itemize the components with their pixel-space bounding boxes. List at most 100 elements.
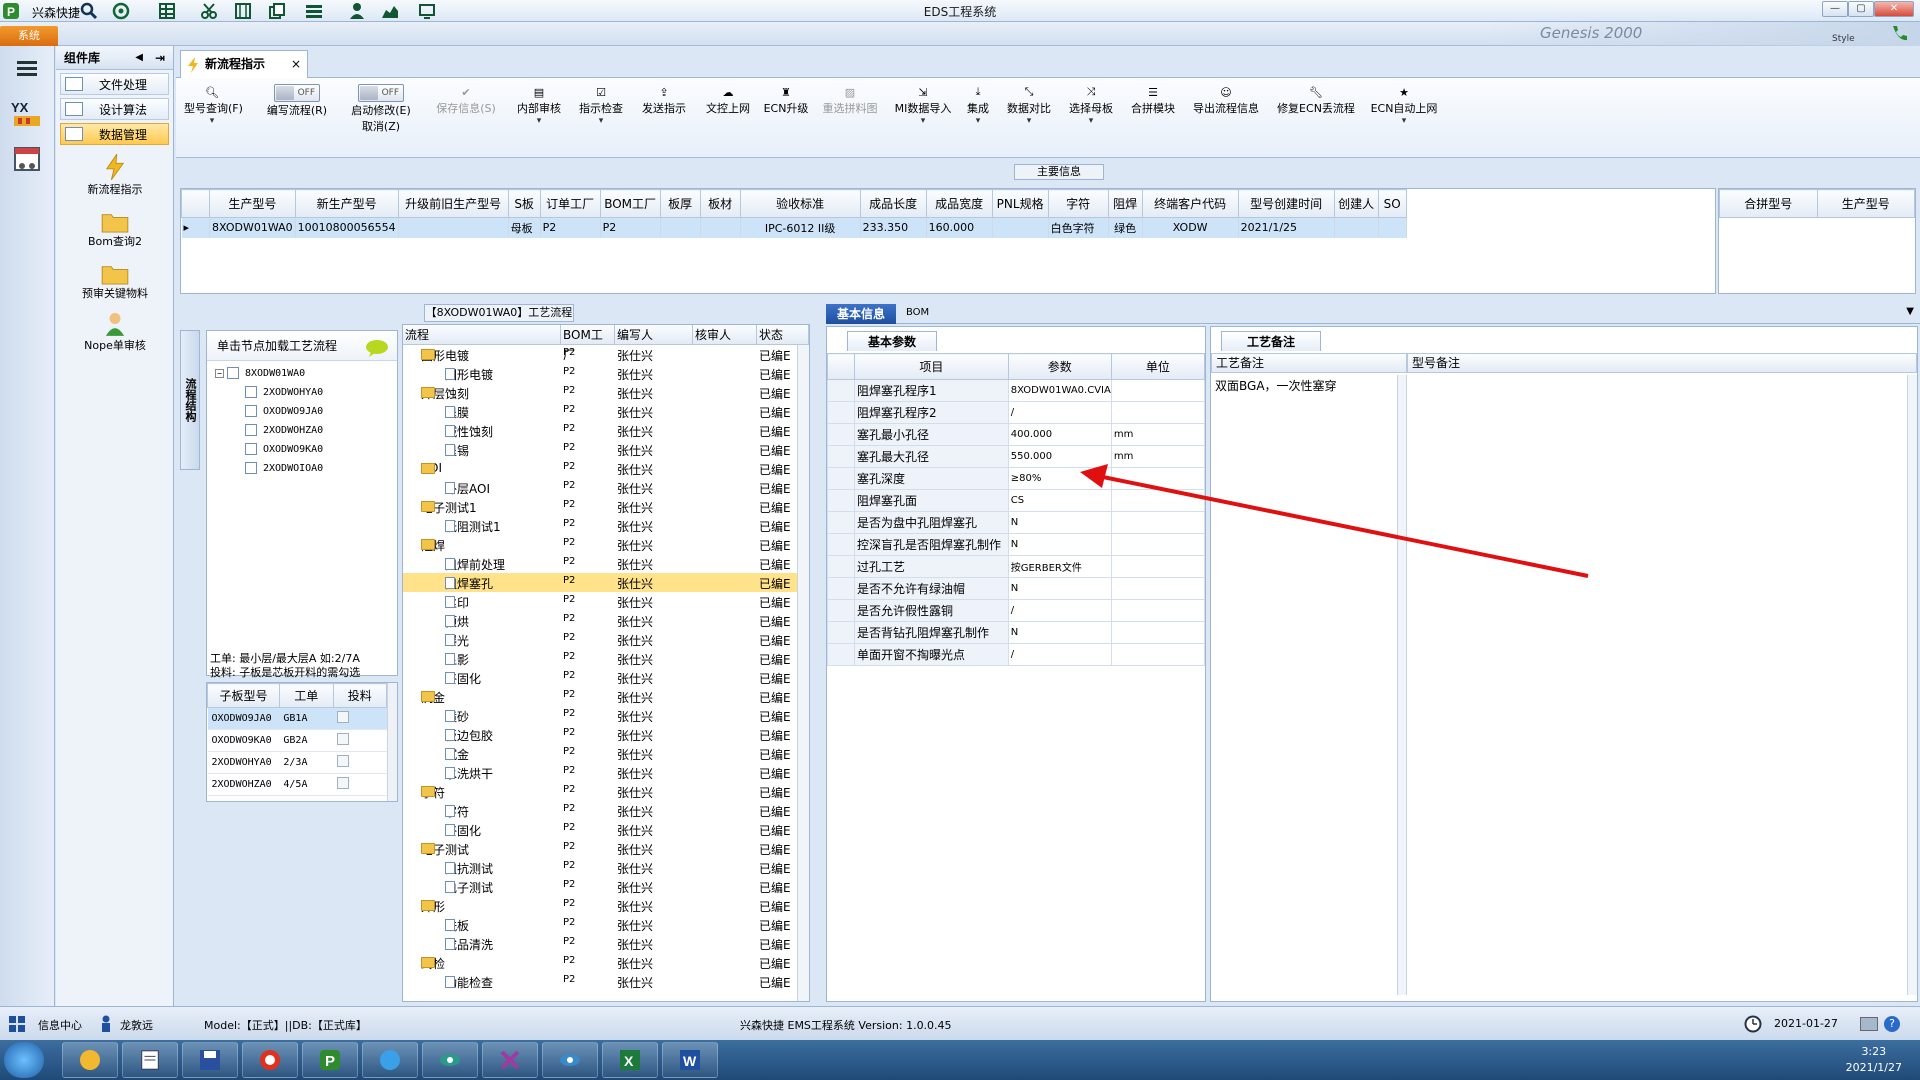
column-header[interactable]: 流程: [403, 325, 561, 345]
taskbar-app-viewer[interactable]: [542, 1042, 598, 1078]
column-header[interactable]: 板材: [699, 189, 741, 218]
tool-bom-query[interactable]: Bom查询2: [56, 203, 174, 249]
menu-icon[interactable]: [8, 52, 46, 86]
column-header[interactable]: S板: [507, 189, 541, 218]
column-header[interactable]: 单位: [1110, 353, 1206, 380]
flow-row[interactable]: 退锡 P2 张仕兴 已编E: [403, 440, 809, 459]
column-header[interactable]: BOM工厂: [599, 189, 661, 218]
flow-row[interactable]: −电子测试 P2 张仕兴 已编E: [403, 839, 809, 858]
monitor-icon[interactable]: [416, 1, 438, 21]
taskbar-app-word[interactable]: W: [662, 1042, 718, 1078]
column-header[interactable]: 新生产型号: [294, 189, 399, 218]
column-header[interactable]: 状态: [757, 325, 809, 345]
column-header[interactable]: 生产型号: [209, 189, 296, 218]
column-header[interactable]: 升级前旧生产型号: [397, 189, 509, 218]
collapse-left-icon[interactable]: ◀: [135, 46, 143, 70]
flow-row[interactable]: 电子测试 P2 张仕兴 已编E: [403, 877, 809, 896]
table-row[interactable]: 阻焊塞孔程序2/: [826, 401, 1206, 424]
nav-data-management[interactable]: 数据管理: [60, 123, 169, 145]
close-button[interactable]: ✕: [1874, 1, 1914, 17]
flow-row[interactable]: 功能检查 P2 张仕兴 已编E: [403, 972, 809, 991]
flow-row[interactable]: 喷砂 P2 张仕兴 已编E: [403, 706, 809, 725]
internal-review-button[interactable]: ▤ 内部审核 ▾: [512, 84, 566, 127]
reselect-panel-button[interactable]: ▨ 重选拼料图: [818, 84, 882, 116]
flow-row[interactable]: 水洗烘干 P2 张仕兴 已编E: [403, 763, 809, 782]
table-row[interactable]: 是否背钻孔阻焊塞孔制作 N: [826, 621, 1206, 644]
checkbox[interactable]: [227, 367, 239, 379]
column-header[interactable]: PNL规格: [991, 189, 1049, 218]
param-value[interactable]: 400.000: [1007, 423, 1112, 446]
style-menu[interactable]: Style: [1832, 34, 1855, 44]
copy-icon[interactable]: [266, 1, 288, 21]
column-header[interactable]: 创建人: [1333, 189, 1379, 218]
pin-icon[interactable]: ⇥: [155, 46, 165, 70]
taskbar-app-save[interactable]: [182, 1042, 238, 1078]
tool-new-flow[interactable]: 新流程指示: [56, 151, 174, 197]
column-header[interactable]: 项目: [854, 353, 1009, 380]
checkbox[interactable]: [337, 733, 350, 745]
info-center[interactable]: 信息中心: [38, 1017, 82, 1033]
column-header[interactable]: 验收标准: [739, 189, 861, 218]
tool-nope-review[interactable]: Nope单审核: [56, 307, 174, 353]
merge-module-button[interactable]: ☰ 合拼模块: [1126, 84, 1180, 116]
collapse-icon[interactable]: −: [215, 368, 224, 378]
flow-row[interactable]: 终固化 P2 张仕兴 已编E: [403, 668, 809, 687]
flow-row[interactable]: −电子测试1 P2 张仕兴 已编E: [403, 497, 809, 516]
tab-bom[interactable]: BOM: [906, 307, 929, 318]
keyboard-icon[interactable]: [1860, 1017, 1878, 1031]
checkbox[interactable]: [337, 711, 350, 723]
mi-import-button[interactable]: ⇲ MI数据导入 ▾: [892, 84, 954, 127]
flow-row[interactable]: 丝印 P2 张仕兴 已编E: [403, 592, 809, 611]
flow-row[interactable]: 终固化 P2 张仕兴 已编E: [403, 820, 809, 839]
system-clock[interactable]: 3:23 2021/1/27: [1846, 1044, 1902, 1076]
search-icon[interactable]: [78, 1, 100, 21]
param-value[interactable]: /: [1007, 401, 1112, 424]
tree-node[interactable]: OXODWO9JA0: [245, 405, 323, 417]
column-header[interactable]: 成品长度: [859, 189, 927, 218]
flow-row[interactable]: 低阻测试1 P2 张仕兴 已编E: [403, 516, 809, 535]
table-row[interactable]: OXODWO9JA0 GB1A: [207, 707, 387, 730]
cancel-label[interactable]: 取消(Z): [344, 118, 418, 134]
table-row[interactable]: 是否允许假性露铜 /: [826, 599, 1206, 622]
column-header[interactable]: SO: [1377, 189, 1407, 218]
column-header[interactable]: 参数: [1007, 353, 1112, 380]
table-row[interactable]: 塞孔最小孔径 400.000 mm: [826, 423, 1206, 446]
flow-row[interactable]: 铣板 P2 张仕兴 已编E: [403, 915, 809, 934]
checkbox[interactable]: [245, 424, 257, 436]
column-header[interactable]: 合拼型号: [1719, 189, 1818, 218]
save-info-button[interactable]: ✔ 保存信息(S): [430, 84, 502, 116]
doc-online-button[interactable]: ☁ 文控上网: [700, 84, 756, 116]
flow-row[interactable]: −沉金 P2 张仕兴 已编E: [403, 687, 809, 706]
tree-node[interactable]: 2XODWOHZA0: [245, 424, 323, 436]
taskbar-app-notepad[interactable]: [122, 1042, 178, 1078]
help-icon[interactable]: ?: [1884, 1016, 1900, 1032]
calendar-icon[interactable]: [8, 142, 46, 176]
flow-row[interactable]: −外形 P2 张仕兴 已编E: [403, 896, 809, 915]
flow-row[interactable]: 显影 P2 张仕兴 已编E: [403, 649, 809, 668]
taskbar-app-excel[interactable]: X: [602, 1042, 658, 1078]
scrollbar[interactable]: [1907, 375, 1917, 995]
column-header[interactable]: 成品宽度: [925, 189, 993, 218]
side-tab-flow-structure[interactable]: 流程结构: [180, 330, 200, 470]
flow-row[interactable]: 字符 P2 张仕兴 已编E: [403, 801, 809, 820]
scissors-icon[interactable]: [198, 1, 220, 21]
table-row[interactable]: 单面开窗不掏曝光点 /: [826, 643, 1206, 666]
minimize-button[interactable]: —: [1822, 1, 1848, 17]
check-instruction-button[interactable]: ☑ 指示检查 ▾: [574, 84, 628, 127]
tree-node[interactable]: 2XODWOHYA0: [245, 386, 323, 398]
export-flow-button[interactable]: ☺ 导出流程信息: [1188, 84, 1264, 116]
taskbar-app-x[interactable]: [482, 1042, 538, 1078]
flow-row[interactable]: 阻抗测试 P2 张仕兴 已编E: [403, 858, 809, 877]
column-header[interactable]: 投料: [332, 683, 388, 708]
column-header[interactable]: 编写人: [615, 325, 693, 345]
area-chart-icon[interactable]: [378, 1, 402, 21]
nav-design-algorithm[interactable]: 设计算法: [60, 98, 169, 120]
param-value[interactable]: /: [1007, 599, 1112, 622]
checkbox[interactable]: [245, 443, 257, 455]
yx-logo-icon[interactable]: YX: [8, 96, 46, 130]
tool-pre-review[interactable]: 预审关键物料: [56, 255, 174, 301]
tab-basic-params[interactable]: 基本参数: [847, 331, 937, 351]
flow-row[interactable]: −终检 P2 张仕兴 已编E: [403, 953, 809, 972]
tab-basic-info[interactable]: 基本信息: [826, 304, 896, 324]
target-icon[interactable]: [110, 1, 132, 21]
